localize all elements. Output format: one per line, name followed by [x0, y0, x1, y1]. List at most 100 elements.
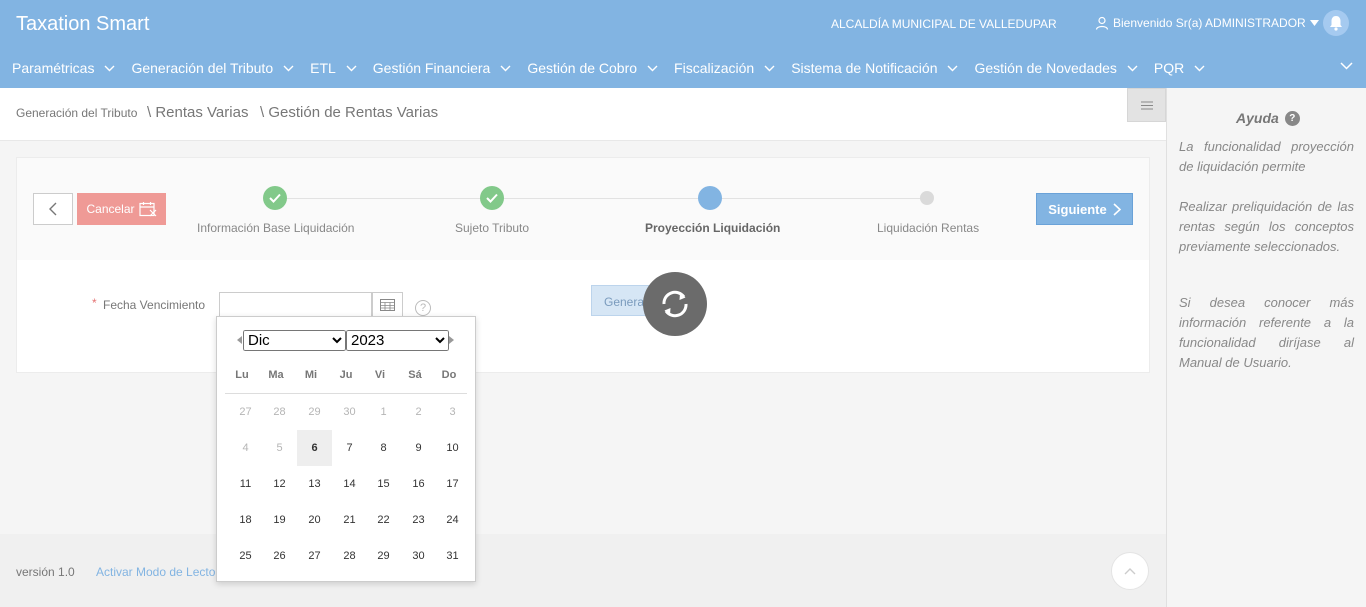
calendar-day[interactable]: 9 [401, 430, 436, 466]
calendar-day[interactable]: 8 [366, 430, 401, 466]
help-paragraph: Si desea conocer más información referen… [1179, 295, 1354, 370]
calendar-day[interactable]: 24 [435, 502, 470, 538]
chevron-down-icon [647, 65, 658, 71]
nav-pqr[interactable]: PQR [1154, 60, 1205, 76]
calendar-day[interactable]: 6 [297, 430, 332, 466]
chevron-down-icon [283, 65, 294, 71]
chevron-right-icon [1113, 202, 1121, 216]
calendar-day[interactable]: 16 [401, 466, 436, 502]
scroll-top-button[interactable] [1111, 552, 1149, 590]
bell-icon [1330, 16, 1342, 31]
breadcrumb-item[interactable]: Generación del Tributo [16, 106, 137, 120]
month-select[interactable]: EneFebMarAbrMayJunJulAgoSepOctNovDic [243, 330, 346, 351]
chevron-down-icon [1127, 65, 1138, 71]
calendar-day[interactable]: 10 [435, 430, 470, 466]
nav-gestion-cobro[interactable]: Gestión de Cobro [527, 60, 658, 76]
nav-etl[interactable]: ETL [310, 60, 357, 76]
weekday-header: Mi [304, 369, 318, 381]
step-1-label: Información Base Liquidación [197, 221, 355, 235]
calendar-day[interactable]: 1 [366, 394, 401, 430]
calendar-day[interactable]: 28 [332, 538, 367, 574]
due-date-input[interactable] [219, 292, 372, 317]
chevron-left-icon [49, 202, 57, 216]
wizard-progress-line [275, 198, 927, 199]
back-button[interactable] [33, 193, 73, 225]
calendar-day[interactable]: 11 [228, 466, 263, 502]
help-paragraph: Realizar preliquidación de las rentas se… [1179, 199, 1354, 254]
calendar-day[interactable]: 20 [297, 502, 332, 538]
version-text: versión 1.0 [16, 565, 75, 579]
app-title[interactable]: Taxation Smart [16, 13, 149, 36]
help-title: Ayuda ? [1236, 110, 1300, 126]
field-help-icon[interactable]: ? [415, 300, 431, 316]
breadcrumb-current: \ Gestión de Rentas Varias [260, 104, 439, 121]
nav-gestion-financiera[interactable]: Gestión Financiera [373, 60, 512, 76]
calendar-day[interactable]: 29 [366, 538, 401, 574]
calendar-day[interactable]: 27 [297, 538, 332, 574]
chevron-down-icon [1194, 65, 1205, 71]
calendar-day[interactable]: 19 [262, 502, 297, 538]
main-nav: Paramétricas Generación del Tributo ETL … [0, 48, 1366, 88]
calendar-button[interactable] [372, 292, 403, 317]
calendar-day[interactable]: 17 [435, 466, 470, 502]
weekday-header: Vi [374, 369, 386, 381]
wizard-header [17, 158, 1149, 260]
weekday-header: Do [441, 369, 457, 381]
calendar-icon [380, 298, 395, 311]
calendar-day[interactable]: 18 [228, 502, 263, 538]
calendar-day[interactable]: 3 [435, 394, 470, 430]
chevron-down-icon [346, 65, 357, 71]
nav-gestion-novedades[interactable]: Gestión de Novedades [974, 60, 1138, 76]
calendar-day[interactable]: 30 [332, 394, 367, 430]
nav-more-chevron-icon[interactable] [1340, 62, 1353, 70]
step-2-done [480, 186, 504, 210]
caret-down-icon [1309, 20, 1319, 26]
calendar-day[interactable]: 22 [366, 502, 401, 538]
chevron-down-icon [947, 65, 958, 71]
chevron-down-icon [764, 65, 775, 71]
calendar-day[interactable]: 30 [401, 538, 436, 574]
calendar-day[interactable]: 12 [262, 466, 297, 502]
reader-mode-link[interactable]: Activar Modo de Lecto [96, 565, 215, 579]
weekday-header: Ma [268, 369, 284, 381]
next-button[interactable]: Siguiente [1036, 193, 1133, 225]
calendar-day[interactable]: 28 [262, 394, 297, 430]
calendar-day[interactable]: 29 [297, 394, 332, 430]
calendar-day[interactable]: 25 [228, 538, 263, 574]
step-4-label: Liquidación Rentas [877, 221, 980, 235]
calendar-day[interactable]: 15 [366, 466, 401, 502]
check-icon [269, 193, 281, 203]
cancel-button[interactable]: Cancelar [77, 193, 166, 225]
step-4-pending [920, 191, 934, 205]
chevron-down-icon [500, 65, 511, 71]
year-select[interactable]: 2023 [346, 330, 449, 351]
user-menu[interactable]: Bienvenido Sr(a) ADMINISTRADOR [1095, 16, 1319, 30]
calendar-day[interactable]: 13 [297, 466, 332, 502]
breadcrumb-item[interactable]: \ Rentas Varias [147, 104, 248, 121]
calendar-day[interactable]: 7 [332, 430, 367, 466]
calendar-day[interactable]: 2 [401, 394, 436, 430]
organization-name: ALCALDÍA MUNICIPAL DE VALLEDUPAR [831, 17, 1057, 31]
step-2-label: Sujeto Tributo [455, 221, 530, 235]
loading-spinner [643, 272, 707, 336]
step-3-label: Proyección Liquidación [645, 221, 781, 235]
calendar-day[interactable]: 27 [228, 394, 263, 430]
nav-generacion-tributo[interactable]: Generación del Tributo [131, 60, 294, 76]
calendar-day[interactable]: 31 [435, 538, 470, 574]
nav-fiscalizacion[interactable]: Fiscalización [674, 60, 775, 76]
nav-sistema-notificacion[interactable]: Sistema de Notificación [791, 60, 958, 76]
question-icon: ? [1284, 110, 1300, 126]
calendar-day[interactable]: 14 [332, 466, 367, 502]
calendar-day[interactable]: 4 [228, 430, 263, 466]
prev-month-icon[interactable] [237, 336, 242, 344]
calendar-day[interactable]: 21 [332, 502, 367, 538]
notifications-button[interactable] [1323, 10, 1349, 36]
next-month-icon[interactable] [449, 336, 454, 344]
calendar-day[interactable]: 5 [262, 430, 297, 466]
nav-parametricas[interactable]: Paramétricas [12, 60, 115, 76]
menu-toggle-button[interactable] [1127, 88, 1166, 122]
calendar-day[interactable]: 26 [262, 538, 297, 574]
step-1-done [263, 186, 287, 210]
calendar-day[interactable]: 23 [401, 502, 436, 538]
weekday-header: Lu [235, 369, 249, 381]
